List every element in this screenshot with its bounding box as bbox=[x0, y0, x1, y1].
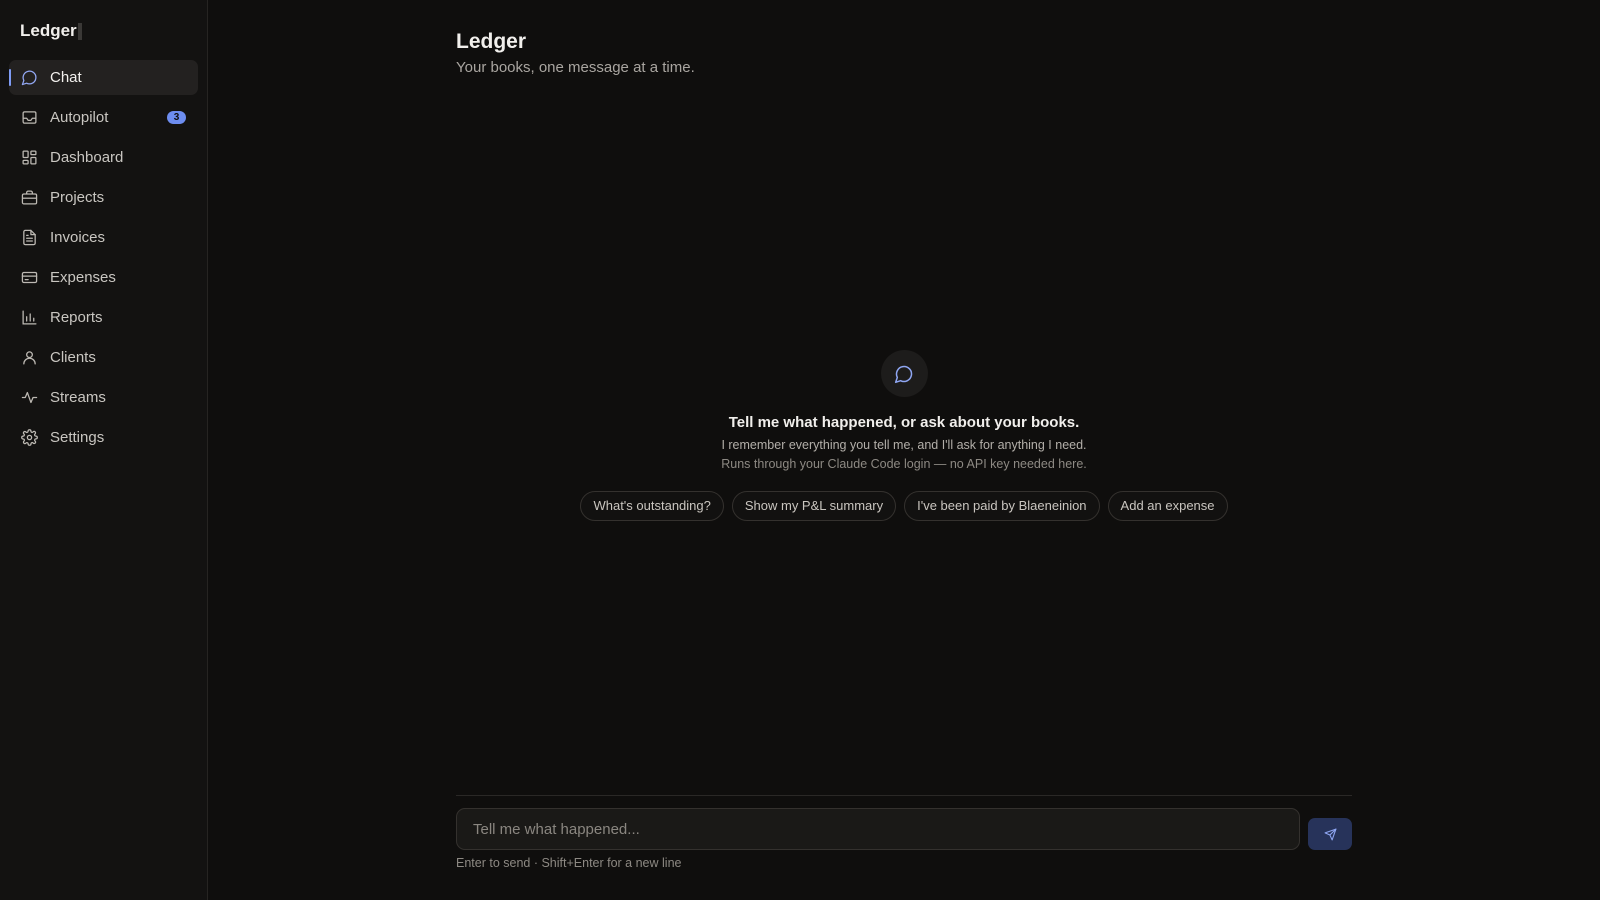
brand-logo: Ledger bbox=[9, 20, 198, 42]
suggestion-chip-pl-summary[interactable]: Show my P&L summary bbox=[731, 491, 897, 521]
app-root: Ledger Chat Autopilot 3 Dashboard Projec… bbox=[0, 0, 1600, 900]
sidebar-item-label: Dashboard bbox=[50, 149, 124, 166]
gear-icon bbox=[21, 429, 38, 446]
sidebar-item-label: Reports bbox=[50, 309, 103, 326]
sidebar-item-expenses[interactable]: Expenses bbox=[9, 260, 198, 295]
composer-divider bbox=[456, 795, 1352, 796]
sidebar-item-label: Expenses bbox=[50, 269, 116, 286]
bar-chart-icon bbox=[21, 309, 38, 326]
sidebar-item-autopilot[interactable]: Autopilot 3 bbox=[9, 100, 198, 135]
page-header: Ledger Your books, one message at a time… bbox=[456, 28, 695, 76]
sidebar-item-label: Invoices bbox=[50, 229, 106, 246]
inbox-icon bbox=[21, 109, 38, 126]
message-composer bbox=[456, 808, 1352, 850]
empty-state-title: Tell me what happened, or ask about your… bbox=[728, 414, 1080, 431]
credit-card-icon bbox=[21, 269, 38, 286]
chat-bubble-icon bbox=[21, 69, 38, 86]
chat-bubble-icon bbox=[880, 350, 928, 397]
sidebar-item-clients[interactable]: Clients bbox=[9, 340, 198, 375]
page-subtitle: Your books, one message at a time. bbox=[456, 59, 695, 76]
activity-icon bbox=[21, 389, 38, 406]
briefcase-icon bbox=[21, 189, 38, 206]
empty-state-description: I remember everything you tell me, and I… bbox=[721, 438, 1087, 452]
sidebar-item-settings[interactable]: Settings bbox=[9, 420, 198, 455]
suggestion-chips: What's outstanding? Show my P&L summary … bbox=[580, 491, 1228, 521]
sidebar-item-streams[interactable]: Streams bbox=[9, 380, 198, 415]
document-icon bbox=[21, 229, 38, 246]
send-button[interactable] bbox=[1308, 818, 1352, 850]
empty-state-note: Runs through your Claude Code login — no… bbox=[721, 457, 1087, 471]
sidebar-item-label: Settings bbox=[50, 429, 105, 446]
empty-state: Tell me what happened, or ask about your… bbox=[456, 350, 1352, 521]
sidebar-item-chat[interactable]: Chat bbox=[9, 60, 198, 95]
composer-hint: Enter to send · Shift+Enter for a new li… bbox=[456, 856, 682, 870]
brand-name: Ledger bbox=[20, 21, 77, 40]
sidebar-item-reports[interactable]: Reports bbox=[9, 300, 198, 335]
sidebar-item-dashboard[interactable]: Dashboard bbox=[9, 140, 198, 175]
sidebar-item-label: Chat bbox=[50, 69, 82, 86]
message-input[interactable] bbox=[456, 808, 1300, 850]
sidebar-nav: Chat Autopilot 3 Dashboard Projects Invo… bbox=[9, 60, 198, 455]
sidebar: Ledger Chat Autopilot 3 Dashboard Projec… bbox=[0, 0, 208, 900]
suggestion-chip-paid-by[interactable]: I've been paid by Blaeneinion bbox=[904, 491, 1100, 521]
suggestion-chip-add-expense[interactable]: Add an expense bbox=[1107, 491, 1228, 521]
grid-icon bbox=[21, 149, 38, 166]
sidebar-item-label: Streams bbox=[50, 389, 106, 406]
brand-caret bbox=[77, 22, 82, 40]
sidebar-item-label: Clients bbox=[50, 349, 96, 366]
sidebar-item-label: Projects bbox=[50, 189, 105, 206]
chat-main: Ledger Your books, one message at a time… bbox=[208, 0, 1600, 900]
suggestion-chip-outstanding[interactable]: What's outstanding? bbox=[580, 491, 724, 521]
sidebar-item-label: Autopilot bbox=[50, 109, 109, 126]
user-icon bbox=[21, 349, 38, 366]
sidebar-item-projects[interactable]: Projects bbox=[9, 180, 198, 215]
send-icon bbox=[1324, 828, 1336, 840]
sidebar-item-invoices[interactable]: Invoices bbox=[9, 220, 198, 255]
page-title: Ledger bbox=[456, 30, 527, 53]
autopilot-count-badge: 3 bbox=[167, 111, 186, 124]
